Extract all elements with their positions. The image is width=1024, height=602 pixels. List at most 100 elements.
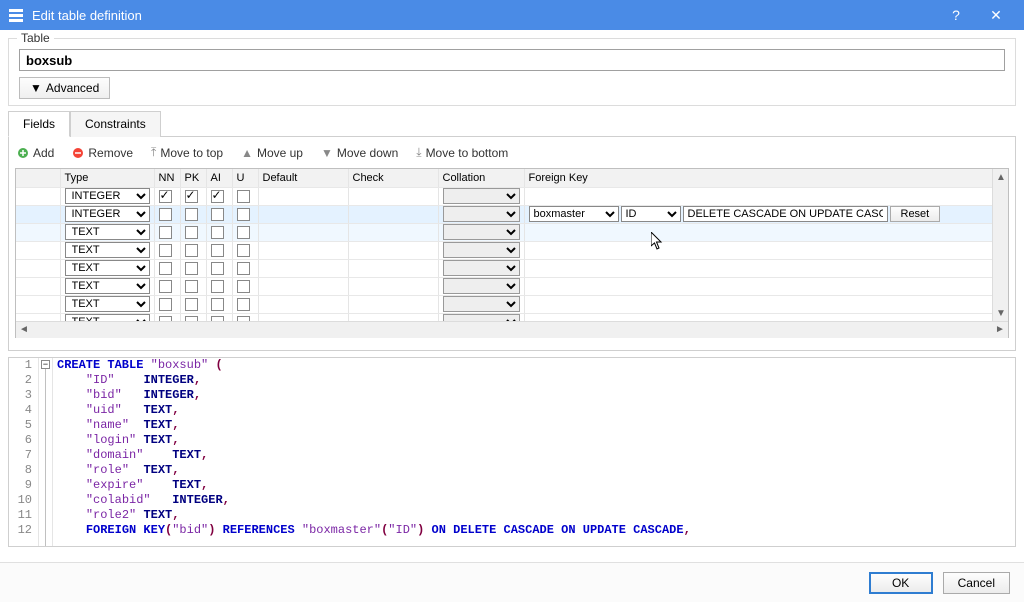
scroll-left-icon[interactable]: ◄ xyxy=(16,322,32,338)
checkbox[interactable] xyxy=(211,190,224,203)
table-row[interactable]: TEXT xyxy=(16,313,1008,321)
collation-select[interactable] xyxy=(443,314,520,322)
fk-column-select[interactable]: ID xyxy=(621,206,681,222)
type-select[interactable]: TEXT xyxy=(65,314,150,321)
checkbox[interactable] xyxy=(159,244,172,257)
checkbox[interactable] xyxy=(159,262,172,275)
checkbox[interactable] xyxy=(185,298,198,311)
move-down-icon: ▼ xyxy=(321,146,333,160)
col-ai[interactable]: AI xyxy=(206,169,232,187)
sql-editor[interactable]: 123456789101112 − CREATE TABLE "boxsub" … xyxy=(8,357,1016,547)
table-row[interactable]: TEXT xyxy=(16,223,1008,241)
table-name-input[interactable] xyxy=(19,49,1005,71)
col-default[interactable]: Default xyxy=(258,169,348,187)
col-type[interactable]: Type xyxy=(60,169,154,187)
checkbox[interactable] xyxy=(159,190,172,203)
checkbox[interactable] xyxy=(237,226,250,239)
checkbox[interactable] xyxy=(237,298,250,311)
scroll-down-icon[interactable]: ▼ xyxy=(993,305,1009,321)
dialog-buttons: OK Cancel xyxy=(0,562,1024,602)
col-collation[interactable]: Collation xyxy=(438,169,524,187)
close-button[interactable]: ✕ xyxy=(976,0,1016,30)
move-to-bottom-button[interactable]: ⤓Move to bottom xyxy=(416,145,508,160)
cancel-button[interactable]: Cancel xyxy=(943,572,1010,594)
help-button[interactable]: ? xyxy=(936,0,976,30)
checkbox[interactable] xyxy=(211,280,224,293)
type-select[interactable]: TEXT xyxy=(65,260,150,276)
col-check[interactable]: Check xyxy=(348,169,438,187)
move-bottom-icon: ⤓ xyxy=(416,145,421,160)
ok-button[interactable]: OK xyxy=(869,572,933,594)
checkbox[interactable] xyxy=(159,280,172,293)
fk-table-select[interactable]: boxmaster xyxy=(529,206,619,222)
type-select[interactable]: INTEGER xyxy=(65,206,150,222)
checkbox[interactable] xyxy=(159,316,172,322)
checkbox[interactable] xyxy=(211,316,224,322)
checkbox[interactable] xyxy=(211,226,224,239)
checkbox[interactable] xyxy=(237,244,250,257)
checkbox[interactable] xyxy=(237,316,250,322)
tab-fields[interactable]: Fields xyxy=(8,111,70,137)
checkbox[interactable] xyxy=(237,280,250,293)
remove-field-button[interactable]: Remove xyxy=(72,146,133,160)
move-up-button[interactable]: ▲Move up xyxy=(241,146,303,160)
checkbox[interactable] xyxy=(237,208,250,221)
collation-select[interactable] xyxy=(443,278,520,294)
type-select[interactable]: TEXT xyxy=(65,242,150,258)
checkbox[interactable] xyxy=(211,298,224,311)
checkbox[interactable] xyxy=(185,190,198,203)
tab-constraints[interactable]: Constraints xyxy=(70,111,161,137)
checkbox[interactable] xyxy=(185,280,198,293)
table-row[interactable]: TEXT xyxy=(16,295,1008,313)
table-row[interactable]: TEXT xyxy=(16,241,1008,259)
collation-select[interactable] xyxy=(443,188,520,204)
grid-vertical-scrollbar[interactable]: ▲ ▼ xyxy=(992,169,1008,321)
col-nn[interactable]: NN xyxy=(154,169,180,187)
scroll-up-icon[interactable]: ▲ xyxy=(993,169,1009,185)
sql-gutter: 123456789101112 xyxy=(9,358,39,546)
collation-select[interactable] xyxy=(443,224,520,240)
collation-select[interactable] xyxy=(443,206,520,222)
table-row[interactable]: TEXT xyxy=(16,259,1008,277)
col-fk[interactable]: Foreign Key xyxy=(524,169,1008,187)
type-select[interactable]: TEXT xyxy=(65,224,150,240)
collation-select[interactable] xyxy=(443,260,520,276)
checkbox[interactable] xyxy=(211,244,224,257)
col-pk[interactable]: PK xyxy=(180,169,206,187)
advanced-toggle[interactable]: ▼ Advanced xyxy=(19,77,110,99)
type-select[interactable]: TEXT xyxy=(65,278,150,294)
checkbox[interactable] xyxy=(159,226,172,239)
tabstrip: Fields Constraints xyxy=(8,110,1016,137)
fields-panel: Add Remove ⤒Move to top ▲Move up ▼Move d… xyxy=(8,137,1016,351)
fold-toggle-icon[interactable]: − xyxy=(41,360,50,369)
type-select[interactable]: TEXT xyxy=(65,296,150,312)
move-top-icon: ⤒ xyxy=(151,145,156,160)
scroll-right-icon[interactable]: ► xyxy=(992,322,1008,338)
collation-select[interactable] xyxy=(443,296,520,312)
checkbox[interactable] xyxy=(159,298,172,311)
checkbox[interactable] xyxy=(237,262,250,275)
move-down-button[interactable]: ▼Move down xyxy=(321,146,398,160)
table-row[interactable]: INTEGER boxmasterID Reset xyxy=(16,205,1008,223)
move-to-top-button[interactable]: ⤒Move to top xyxy=(151,145,223,160)
checkbox[interactable] xyxy=(159,208,172,221)
grid-horizontal-scrollbar[interactable]: ◄ ► xyxy=(16,321,1008,337)
checkbox[interactable] xyxy=(185,244,198,257)
checkbox[interactable] xyxy=(185,226,198,239)
collation-select[interactable] xyxy=(443,242,520,258)
table-row[interactable]: INTEGER xyxy=(16,187,1008,205)
checkbox[interactable] xyxy=(237,190,250,203)
checkbox[interactable] xyxy=(211,262,224,275)
checkbox[interactable] xyxy=(211,208,224,221)
sql-code[interactable]: CREATE TABLE "boxsub" ( "ID" INTEGER, "b… xyxy=(53,358,1015,546)
checkbox[interactable] xyxy=(185,262,198,275)
fk-clause-input[interactable] xyxy=(683,206,888,222)
add-field-button[interactable]: Add xyxy=(17,146,54,160)
checkbox[interactable] xyxy=(185,208,198,221)
col-u[interactable]: U xyxy=(232,169,258,187)
fk-reset-button[interactable]: Reset xyxy=(890,206,941,222)
checkbox[interactable] xyxy=(185,316,198,322)
fold-column[interactable]: − xyxy=(39,358,53,546)
type-select[interactable]: INTEGER xyxy=(65,188,150,204)
table-row[interactable]: TEXT xyxy=(16,277,1008,295)
